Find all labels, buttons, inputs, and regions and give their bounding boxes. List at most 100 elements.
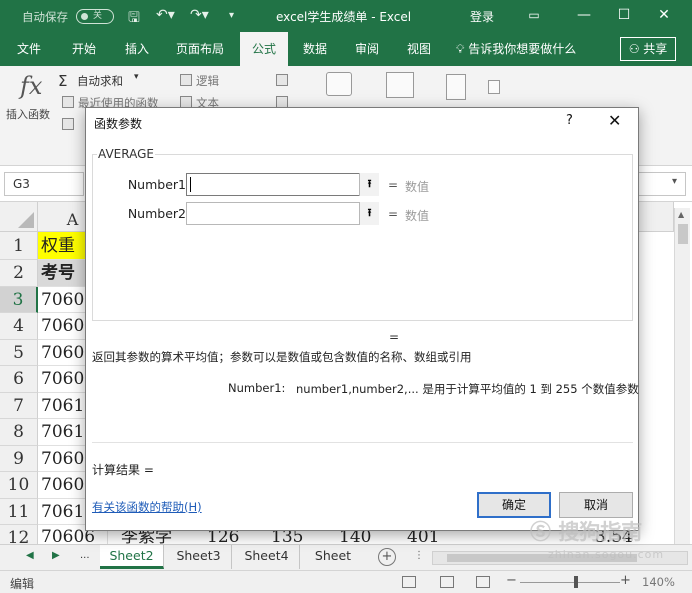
- cell-a9[interactable]: 7060: [38, 446, 90, 472]
- autosum-button[interactable]: 自动求和: [77, 73, 123, 89]
- insert-function-button[interactable]: 插入函数: [6, 106, 50, 122]
- cell-a6[interactable]: 7060: [38, 366, 90, 393]
- tell-me-text: 告诉我你想要做什么: [468, 42, 577, 56]
- page-layout-view-icon[interactable]: [440, 576, 454, 588]
- login-button[interactable]: 登录: [470, 8, 494, 25]
- collapse-dialog-icon[interactable]: ⭱: [359, 173, 379, 196]
- close-icon[interactable]: ✕: [652, 4, 676, 26]
- function-arguments-dialog: 函数参数 ? ✕ AVERAGE Number1 ⭱ = 数值 Number2 …: [85, 107, 639, 531]
- share-button[interactable]: ⚇ 共享: [620, 37, 676, 61]
- number1-input[interactable]: [186, 173, 379, 196]
- sheet-tab-sheet4[interactable]: Sheet4: [234, 545, 300, 569]
- cell-a11[interactable]: 7061: [38, 499, 90, 525]
- row-header[interactable]: 5: [0, 340, 38, 366]
- tab-view[interactable]: 视图: [396, 32, 442, 66]
- row-header[interactable]: 1: [0, 232, 38, 260]
- recent-functions-icon: [62, 96, 74, 108]
- ribbon-tabs: 文件 开始 插入 页面布局 公式 数据 审阅 视图 💡︎ 告诉我你想要做什么 ⚇…: [0, 32, 692, 66]
- more-sheets-icon[interactable]: ...: [80, 550, 90, 561]
- zoom-in-icon[interactable]: +: [620, 573, 631, 588]
- row-header[interactable]: 11: [0, 499, 38, 525]
- cell-a10[interactable]: 7060: [38, 472, 90, 499]
- select-all-corner[interactable]: [0, 202, 38, 232]
- row-header[interactable]: 12: [0, 525, 38, 544]
- cell-a4[interactable]: 7060: [38, 313, 90, 340]
- argument-description-name: Number1:: [228, 381, 286, 395]
- scroll-thumb[interactable]: [678, 224, 688, 244]
- autosave-toggle[interactable]: 关: [76, 9, 114, 24]
- row-header[interactable]: 6: [0, 366, 38, 393]
- close-icon[interactable]: ✕: [608, 111, 621, 130]
- cell-a5[interactable]: 7060: [38, 340, 90, 366]
- zoom-level[interactable]: 140%: [642, 575, 675, 589]
- chevron-down-icon[interactable]: ▾: [672, 176, 677, 187]
- document-title: excel学生成绩单 - Excel: [276, 10, 412, 24]
- lookup-icon[interactable]: [276, 74, 288, 86]
- name-manager-icon[interactable]: [326, 72, 352, 96]
- row-header[interactable]: 4: [0, 313, 38, 340]
- minimize-icon[interactable]: —: [572, 4, 596, 26]
- tell-me-box[interactable]: 💡︎ 告诉我你想要做什么: [456, 32, 576, 66]
- sheet-tab-sheet[interactable]: Sheet: [302, 545, 364, 569]
- maximize-icon[interactable]: ☐: [612, 4, 636, 26]
- name-box[interactable]: G3: [4, 172, 84, 196]
- number2-equals: =: [388, 207, 399, 221]
- function-description: 返回其参数的算术平均值；参数可以是数值或包含数值的名称、数组或引用: [92, 350, 472, 364]
- tab-split-icon[interactable]: ⋮: [414, 550, 424, 561]
- help-icon[interactable]: ?: [566, 113, 573, 128]
- tab-page-layout[interactable]: 页面布局: [168, 32, 232, 66]
- zoom-out-icon[interactable]: −: [506, 573, 517, 588]
- next-sheet-icon[interactable]: ▶: [52, 550, 60, 561]
- scroll-up-icon[interactable]: ▲: [678, 210, 684, 219]
- calculation-result: 计算结果 =: [92, 463, 154, 477]
- cell-a1[interactable]: 权重: [38, 232, 90, 260]
- page-break-view-icon[interactable]: [476, 576, 490, 588]
- function-help-link[interactable]: 有关该函数的帮助(H): [92, 499, 202, 515]
- status-mode: 编辑: [10, 577, 35, 591]
- calculation-options-icon[interactable]: [446, 74, 466, 100]
- ribbon-display-icon[interactable]: ▭: [522, 4, 546, 26]
- tab-formulas[interactable]: 公式: [240, 32, 288, 66]
- cell-a2[interactable]: 考号: [38, 260, 90, 287]
- add-sheet-icon[interactable]: +: [378, 548, 396, 566]
- row-header[interactable]: 9: [0, 446, 38, 472]
- row-header[interactable]: 7: [0, 393, 38, 419]
- cell-a3[interactable]: 7060: [38, 287, 90, 313]
- zoom-slider-knob[interactable]: [574, 576, 578, 588]
- dialog-title: 函数参数: [94, 117, 143, 131]
- row-header[interactable]: 2: [0, 260, 38, 287]
- divider: [92, 442, 633, 443]
- calculate-now-icon[interactable]: [488, 80, 500, 94]
- cell-a8[interactable]: 7061: [38, 419, 90, 446]
- ok-button[interactable]: 确定: [477, 492, 551, 518]
- formula-input[interactable]: [636, 172, 686, 196]
- row-header[interactable]: 8: [0, 419, 38, 446]
- customize-qat-icon[interactable]: ▾: [229, 10, 234, 21]
- number1-hint: 数值: [405, 180, 430, 194]
- logical-icon: [180, 74, 192, 86]
- tab-insert[interactable]: 插入: [114, 32, 160, 66]
- prev-sheet-icon[interactable]: ◀: [26, 550, 34, 561]
- row-header-selected[interactable]: 3: [0, 287, 38, 313]
- tab-home[interactable]: 开始: [60, 32, 108, 66]
- formula-auditing-icon[interactable]: [386, 72, 414, 98]
- tab-review[interactable]: 审阅: [344, 32, 390, 66]
- cancel-button[interactable]: 取消: [559, 492, 633, 518]
- number2-input[interactable]: [186, 202, 379, 225]
- normal-view-icon[interactable]: [402, 576, 416, 588]
- tab-file[interactable]: 文件: [6, 32, 52, 66]
- collapse-dialog-icon[interactable]: ⭱: [359, 202, 379, 225]
- sheet-tab-sheet3[interactable]: Sheet3: [166, 545, 232, 569]
- autosum-dropdown-icon[interactable]: ▾: [134, 72, 139, 82]
- cell-a7[interactable]: 7061: [38, 393, 90, 419]
- row-header[interactable]: 10: [0, 472, 38, 499]
- fx-icon[interactable]: fx: [20, 72, 42, 100]
- save-icon[interactable]: 🖫: [128, 7, 140, 31]
- sheet-tab-sheet2[interactable]: Sheet2: [100, 545, 164, 569]
- undo-icon[interactable]: ↶▾: [156, 7, 175, 23]
- tab-data[interactable]: 数据: [292, 32, 338, 66]
- zoom-slider[interactable]: [520, 582, 620, 583]
- logical-button[interactable]: 逻辑: [196, 73, 219, 89]
- vertical-scrollbar[interactable]: ▲: [674, 208, 690, 544]
- redo-icon[interactable]: ↷▾: [190, 7, 209, 23]
